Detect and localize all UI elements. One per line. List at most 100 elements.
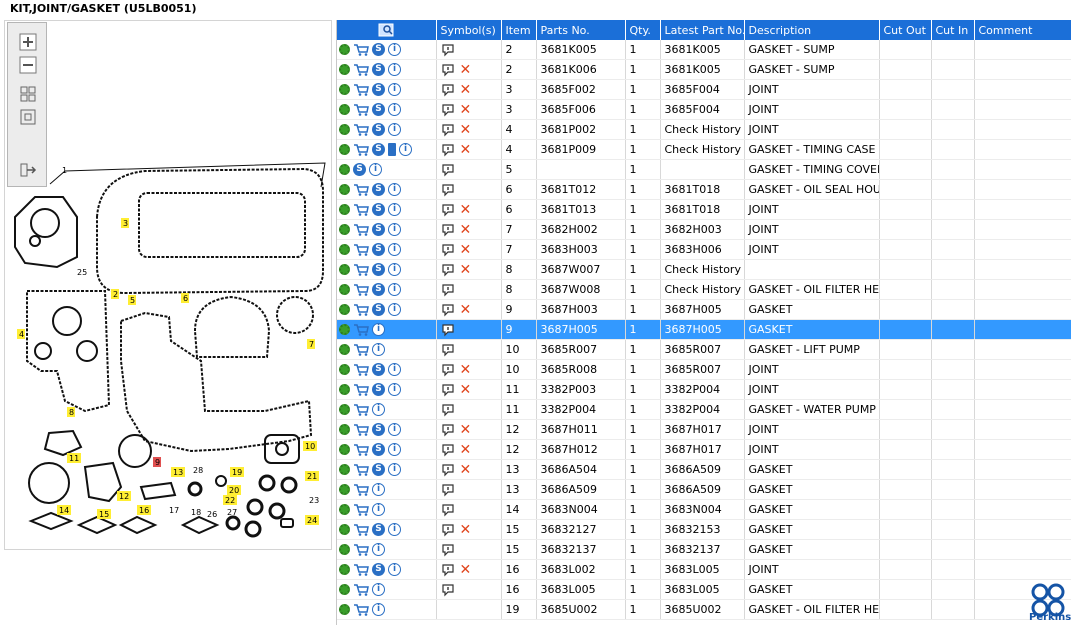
info-icon[interactable]: i bbox=[388, 423, 401, 437]
info-icon[interactable]: i bbox=[388, 563, 401, 577]
note-bubble-icon[interactable] bbox=[441, 383, 455, 397]
note-bubble-icon[interactable] bbox=[441, 483, 455, 497]
configure-icon[interactable] bbox=[339, 524, 350, 536]
note-bubble-icon[interactable] bbox=[441, 543, 455, 557]
info-icon[interactable]: i bbox=[388, 443, 401, 457]
table-row[interactable]: Si ✕ 6 3681T013 1 3681T018 JOINT bbox=[337, 199, 1071, 220]
cart-icon[interactable] bbox=[353, 604, 369, 616]
info-icon[interactable]: i bbox=[372, 483, 385, 497]
table-row[interactable]: Si ✕ 13 3686A504 1 3686A509 GASKET bbox=[337, 459, 1071, 480]
info-icon[interactable]: i bbox=[388, 43, 401, 57]
configure-icon[interactable] bbox=[339, 564, 350, 576]
service-info-icon[interactable]: S bbox=[372, 183, 385, 197]
zoom-out-icon[interactable] bbox=[19, 56, 37, 74]
note-bubble-icon[interactable] bbox=[441, 43, 455, 57]
configure-icon[interactable] bbox=[339, 484, 350, 496]
cart-icon[interactable] bbox=[353, 284, 369, 296]
info-icon[interactable]: i bbox=[388, 283, 401, 297]
info-icon[interactable]: i bbox=[388, 203, 401, 217]
table-row[interactable]: Si 6 3681T012 1 3681T018 GASKET - OIL SEAL HO… bbox=[337, 179, 1071, 200]
configure-icon[interactable] bbox=[339, 444, 350, 456]
info-icon[interactable]: i bbox=[388, 363, 401, 377]
cart-icon[interactable] bbox=[353, 104, 369, 116]
service-info-icon[interactable]: S bbox=[372, 243, 385, 257]
info-icon[interactable]: i bbox=[369, 163, 382, 177]
table-row[interactable]: Si ✕ 10 3685R008 1 3685R007 JOINT bbox=[337, 359, 1071, 380]
configure-icon[interactable] bbox=[339, 344, 350, 356]
info-icon[interactable]: i bbox=[388, 523, 401, 537]
note-bubble-icon[interactable] bbox=[441, 583, 455, 597]
export-icon[interactable] bbox=[19, 161, 37, 179]
table-row[interactable]: Si ✕ 12 3687H011 1 3687H017 JOINT bbox=[337, 419, 1071, 440]
table-row[interactable]: Si ✕ 9 3687H003 1 3687H005 GASKET bbox=[337, 299, 1071, 320]
configure-icon[interactable] bbox=[339, 604, 350, 616]
service-info-icon[interactable]: S bbox=[372, 383, 385, 397]
manual-icon[interactable] bbox=[388, 143, 396, 157]
table-row[interactable]: i 13 3686A509 1 3686A509 GASKET bbox=[337, 479, 1071, 500]
column-header-parts-no[interactable]: Parts No. bbox=[536, 20, 626, 40]
actual-size-icon[interactable] bbox=[19, 108, 37, 126]
note-bubble-icon[interactable] bbox=[441, 203, 455, 217]
note-bubble-icon[interactable] bbox=[441, 403, 455, 417]
table-row[interactable]: Si ✕ 7 3683H003 1 3683H006 JOINT bbox=[337, 239, 1071, 260]
configure-icon[interactable] bbox=[339, 224, 350, 236]
table-row[interactable]: Si ✕ 8 3687W007 1 Check History bbox=[337, 259, 1071, 280]
configure-icon[interactable] bbox=[339, 584, 350, 596]
info-icon[interactable]: i bbox=[388, 303, 401, 317]
note-bubble-icon[interactable] bbox=[441, 363, 455, 377]
cart-icon[interactable] bbox=[353, 244, 369, 256]
service-info-icon[interactable]: S bbox=[372, 423, 385, 437]
info-icon[interactable]: i bbox=[388, 183, 401, 197]
info-icon[interactable]: i bbox=[388, 243, 401, 257]
column-header-cut-out[interactable]: Cut Out bbox=[879, 20, 932, 40]
table-row[interactable]: Si ✕ 2 3681K006 1 3681K005 GASKET - SUMP bbox=[337, 59, 1071, 80]
service-info-icon[interactable]: S bbox=[372, 123, 385, 137]
note-bubble-icon[interactable] bbox=[441, 523, 455, 537]
zoom-in-icon[interactable] bbox=[19, 33, 37, 51]
cart-icon[interactable] bbox=[353, 464, 369, 476]
note-bubble-icon[interactable] bbox=[441, 443, 455, 457]
table-row[interactable]: i 15 36832137 1 36832137 GASKET bbox=[337, 539, 1071, 560]
note-bubble-icon[interactable] bbox=[441, 243, 455, 257]
configure-icon[interactable] bbox=[339, 144, 350, 156]
fit-all-icon[interactable] bbox=[19, 85, 37, 103]
configure-icon[interactable] bbox=[339, 44, 350, 56]
note-bubble-icon[interactable] bbox=[441, 303, 455, 317]
service-info-icon[interactable]: S bbox=[372, 463, 385, 477]
table-row[interactable]: Si 5 1 GASKET - TIMING COVER bbox=[337, 159, 1071, 180]
note-bubble-icon[interactable] bbox=[441, 163, 455, 177]
column-header-cut-in[interactable]: Cut In bbox=[931, 20, 975, 40]
service-info-icon[interactable]: S bbox=[372, 563, 385, 577]
info-icon[interactable]: i bbox=[372, 323, 385, 337]
note-bubble-icon[interactable] bbox=[441, 323, 455, 337]
info-icon[interactable]: i bbox=[388, 123, 401, 137]
table-row[interactable]: i 9 3687H005 1 3687H005 GASKET bbox=[337, 319, 1071, 340]
configure-icon[interactable] bbox=[339, 544, 350, 556]
configure-icon[interactable] bbox=[339, 84, 350, 96]
configure-icon[interactable] bbox=[339, 364, 350, 376]
note-bubble-icon[interactable] bbox=[441, 223, 455, 237]
configure-icon[interactable] bbox=[339, 404, 350, 416]
cart-icon[interactable] bbox=[353, 484, 369, 496]
service-info-icon[interactable]: S bbox=[372, 203, 385, 217]
configure-icon[interactable] bbox=[339, 304, 350, 316]
info-icon[interactable]: i bbox=[399, 143, 412, 157]
info-icon[interactable]: i bbox=[388, 263, 401, 277]
configure-icon[interactable] bbox=[339, 244, 350, 256]
table-row[interactable]: i 11 3382P004 1 3382P004 GASKET - WATER PUMP bbox=[337, 399, 1071, 420]
info-icon[interactable]: i bbox=[372, 543, 385, 557]
service-info-icon[interactable]: S bbox=[372, 283, 385, 297]
table-row[interactable]: i 19 3685U002 1 3685U002 GASKET - OIL FILTER … bbox=[337, 599, 1071, 620]
column-header-symbols[interactable]: Symbol(s) bbox=[436, 20, 502, 40]
info-icon[interactable]: i bbox=[388, 383, 401, 397]
configure-icon[interactable] bbox=[339, 264, 350, 276]
cart-icon[interactable] bbox=[353, 524, 369, 536]
note-bubble-icon[interactable] bbox=[441, 183, 455, 197]
cart-icon[interactable] bbox=[353, 504, 369, 516]
table-row[interactable]: Si ✕ 15 36832127 1 36832153 GASKET bbox=[337, 519, 1071, 540]
cart-icon[interactable] bbox=[353, 84, 369, 96]
cart-icon[interactable] bbox=[353, 364, 369, 376]
info-icon[interactable]: i bbox=[372, 403, 385, 417]
cart-icon[interactable] bbox=[353, 124, 369, 136]
note-bubble-icon[interactable] bbox=[441, 503, 455, 517]
